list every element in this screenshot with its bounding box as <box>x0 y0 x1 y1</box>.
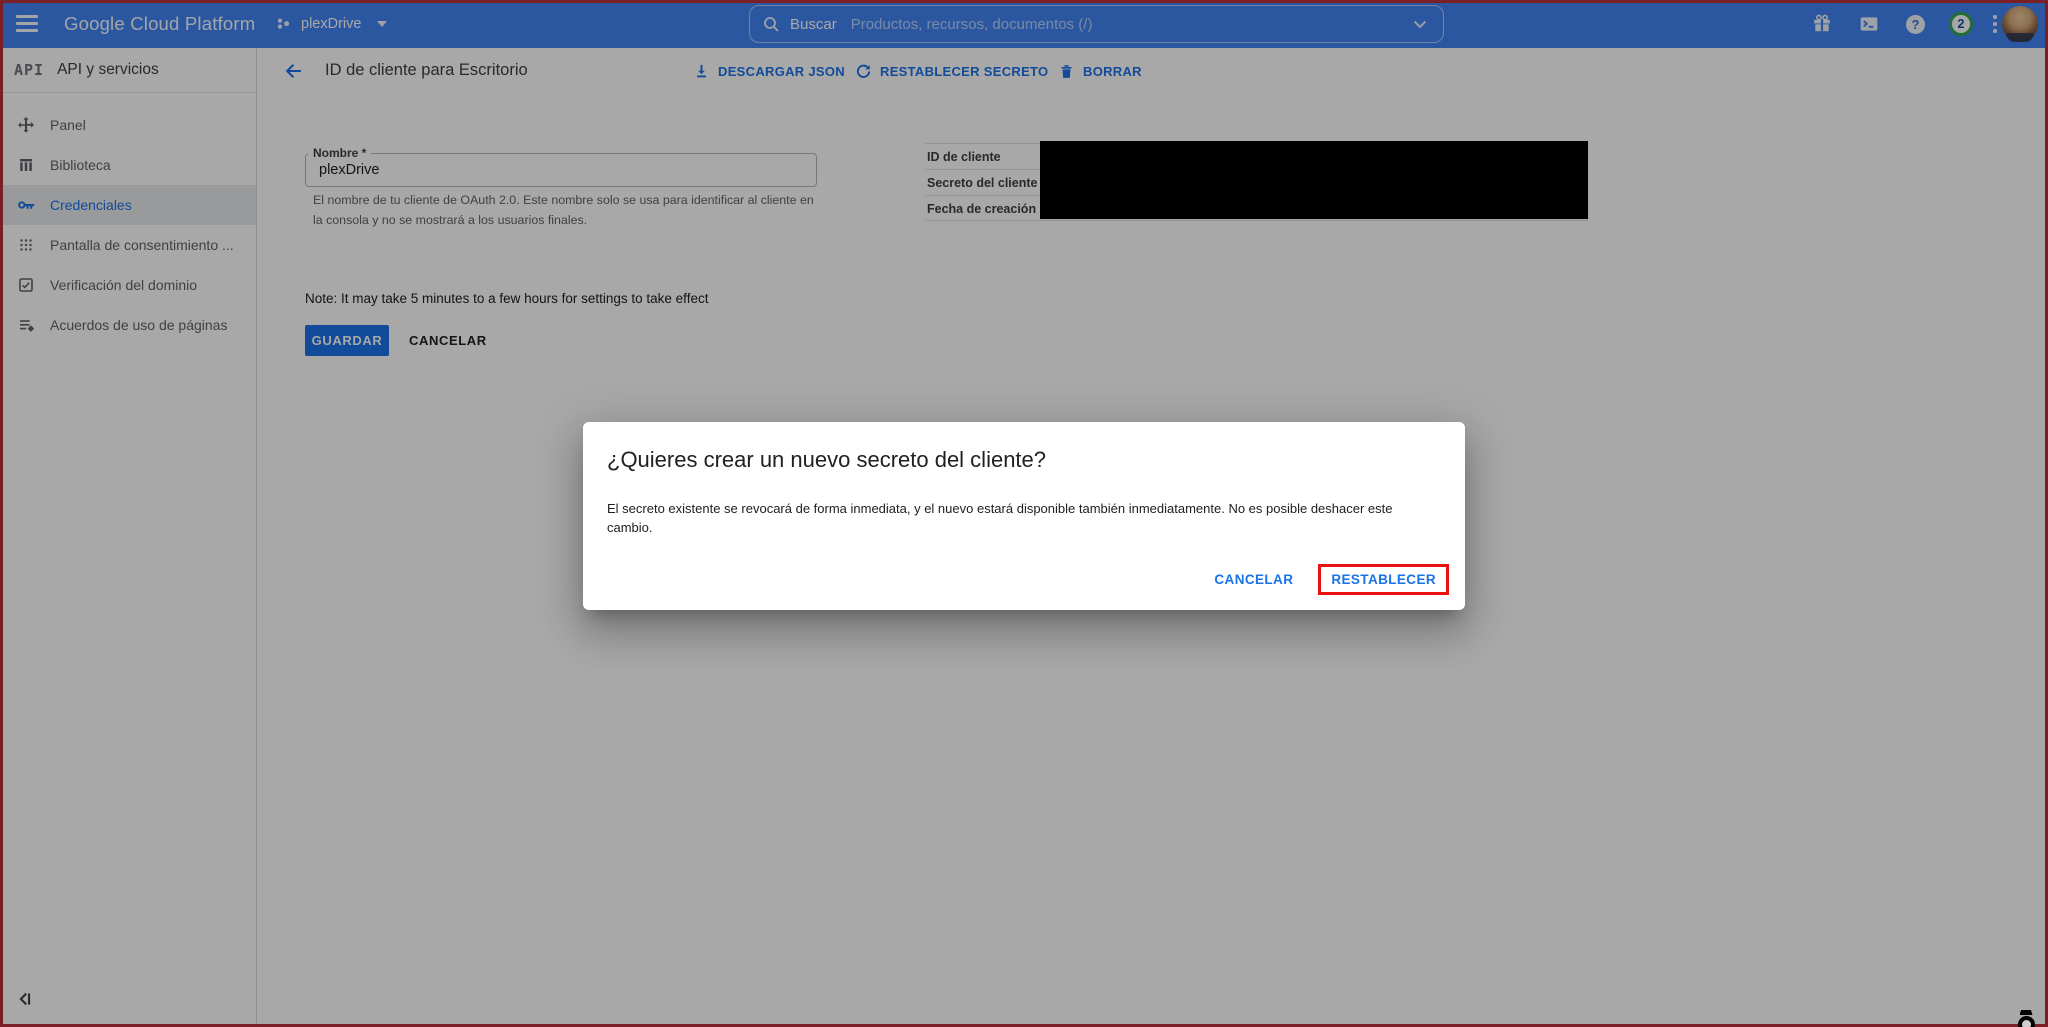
dialog-confirm-button[interactable]: RESTABLECER <box>1321 567 1446 592</box>
gcp-console-screen: Google Cloud Platform plexDrive Buscar P… <box>0 0 2048 1027</box>
dialog-actions: CANCELAR RESTABLECER <box>1210 564 1457 595</box>
dialog-title: ¿Quieres crear un nuevo secreto del clie… <box>607 447 1441 473</box>
dialog-cancel-button[interactable]: CANCELAR <box>1210 564 1297 595</box>
dialog-confirm-highlight: RESTABLECER <box>1318 564 1449 595</box>
dialog-body: El secreto existente se revocará de form… <box>607 500 1441 538</box>
reset-secret-dialog: ¿Quieres crear un nuevo secreto del clie… <box>583 422 1465 610</box>
